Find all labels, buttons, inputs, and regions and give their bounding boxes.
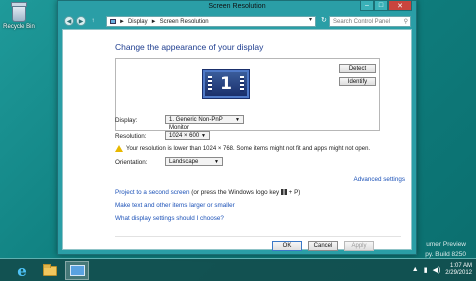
up-arrow-icon: ↑ (91, 18, 95, 24)
content-pane: Change the appearance of your display 1 … (62, 29, 412, 251)
chevron-down-icon: ▼ (201, 133, 206, 139)
display-select[interactable]: 1. Generic Non-PnP Monitor ▼ (165, 115, 244, 131)
clock-time: 1:07 AM (449, 263, 472, 269)
windows-logo-icon (280, 189, 287, 196)
minimize-icon: – (365, 2, 369, 9)
monitor-icon (69, 265, 85, 276)
recycle-bin-label: Recycle Bin (3, 24, 35, 30)
cancel-button[interactable]: Cancel (308, 241, 338, 251)
minimize-button[interactable]: – (360, 1, 374, 11)
breadcrumb-separator: ► (119, 18, 125, 25)
system-tray: ▲ ▮ ◀) 1:07 AM 2/29/2012 (412, 263, 472, 276)
control-panel-icon (110, 19, 116, 24)
chevron-down-icon: ▼ (235, 117, 240, 123)
address-bar: ◀ ▶ ↑ ► Display ► Screen Resolution ▾ ↻ … (58, 14, 416, 29)
display-label: Display: (115, 117, 138, 124)
folder-icon (43, 263, 57, 276)
taskbar-screen-resolution[interactable] (65, 261, 89, 280)
tray-arrow-icon[interactable]: ▲ (412, 266, 419, 273)
resolution-value: 1024 × 600 (169, 133, 200, 139)
watermark-line1: umer Preview (426, 241, 466, 248)
network-icon[interactable]: ▮ (424, 266, 428, 274)
taskbar-file-explorer[interactable] (38, 261, 62, 280)
taskbar: e ▲ ▮ ◀) 1:07 AM 2/29/2012 (0, 258, 476, 281)
page-heading: Change the appearance of your display (115, 42, 264, 52)
monitor-number: 1 (220, 74, 232, 94)
project-hint-text: (or press the Windows logo key (189, 189, 280, 196)
monitor-1-icon[interactable]: 1 (202, 69, 250, 99)
close-icon: ✕ (397, 2, 403, 10)
up-button[interactable]: ↑ (89, 17, 97, 25)
advanced-settings-link[interactable]: Advanced settings (354, 176, 405, 183)
orientation-select[interactable]: Landscape ▼ (165, 157, 223, 166)
title-bar[interactable]: Screen Resolution – □ ✕ (58, 1, 416, 14)
breadcrumb-item-screen-resolution[interactable]: Screen Resolution (160, 19, 209, 25)
recycle-bin-icon (11, 2, 27, 22)
project-second-screen-link[interactable]: Project to a second screen (115, 189, 190, 196)
search-input[interactable]: Search Control Panel ⚲ (329, 16, 411, 27)
close-button[interactable]: ✕ (388, 1, 412, 11)
back-arrow-icon: ◀ (66, 18, 72, 25)
project-second-screen-row: Project to a second screen (or press the… (115, 189, 300, 196)
screen-resolution-window: Screen Resolution – □ ✕ ◀ ▶ ↑ ► Display … (57, 0, 417, 255)
search-placeholder: Search Control Panel (333, 18, 391, 25)
footer-divider (115, 236, 401, 237)
back-button[interactable]: ◀ (64, 16, 74, 26)
monitor-strip-left (208, 76, 212, 92)
ok-button[interactable]: OK (272, 241, 302, 251)
internet-explorer-icon: e (17, 261, 27, 280)
orientation-label: Orientation: (115, 159, 148, 166)
breadcrumb-separator: ► (150, 18, 157, 25)
project-hint-tail: + P) (288, 189, 301, 196)
clock[interactable]: 1:07 AM 2/29/2012 (445, 263, 472, 276)
resolution-warning: Your resolution is lower than 1024 × 768… (115, 145, 370, 152)
search-icon: ⚲ (403, 19, 408, 25)
caption-buttons: – □ ✕ (360, 1, 412, 11)
resolution-select[interactable]: 1024 × 600 ▼ (165, 131, 210, 140)
orientation-value: Landscape (169, 159, 199, 165)
recycle-bin[interactable]: Recycle Bin (3, 2, 35, 30)
forward-button[interactable]: ▶ (76, 16, 86, 26)
taskbar-internet-explorer[interactable]: e (10, 261, 34, 280)
clock-date: 2/29/2012 (445, 269, 472, 276)
text-size-link[interactable]: Make text and other items larger or smal… (115, 202, 235, 209)
watermark-line2: py. Build 8250 (425, 251, 466, 258)
warning-text: Your resolution is lower than 1024 × 768… (126, 145, 371, 152)
address-dropdown-icon[interactable]: ▾ (309, 16, 312, 23)
breadcrumb[interactable]: ► Display ► Screen Resolution (106, 16, 316, 27)
resolution-label: Resolution: (115, 133, 147, 140)
apply-button[interactable]: Apply (344, 241, 374, 251)
display-preview: 1 Detect Identify (115, 58, 380, 131)
volume-icon[interactable]: ◀) (433, 266, 441, 274)
breadcrumb-item-display[interactable]: Display (128, 19, 148, 25)
forward-arrow-icon: ▶ (78, 18, 84, 25)
maximize-button[interactable]: □ (374, 1, 388, 11)
display-settings-help-link[interactable]: What display settings should I choose? (115, 215, 224, 222)
detect-button[interactable]: Detect (339, 64, 376, 73)
maximize-icon: □ (378, 2, 384, 9)
identify-button[interactable]: Identify (339, 77, 376, 86)
chevron-down-icon: ▼ (214, 159, 219, 165)
warning-icon (115, 145, 123, 152)
monitor-strip-right (240, 76, 244, 92)
